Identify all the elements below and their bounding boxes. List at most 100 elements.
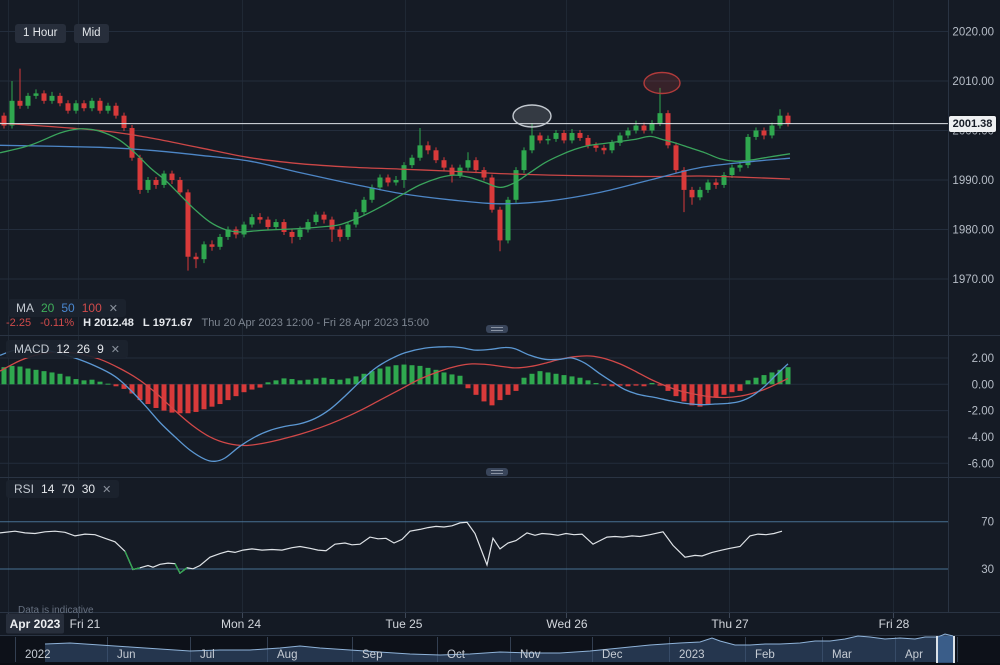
candle-body: [242, 225, 247, 235]
ma-label: MA: [16, 301, 34, 315]
macd-bar: [394, 365, 399, 384]
macd-bar: [210, 384, 215, 406]
candle-body: [482, 170, 487, 177]
candle-body: [586, 138, 591, 145]
candle-body: [170, 174, 175, 180]
candle: [706, 180, 711, 193]
candle: [378, 175, 383, 191]
rsi-param-lower[interactable]: 30: [82, 482, 95, 496]
time-axis-label[interactable]: Wed 26: [546, 617, 587, 631]
macd-bar: [762, 375, 767, 384]
gray-ellipse-annotation[interactable]: [513, 105, 551, 127]
time-axis-label[interactable]: Fri 21: [70, 617, 101, 631]
candle-body: [434, 150, 439, 160]
red-ellipse-annotation[interactable]: [644, 73, 680, 94]
candle: [538, 132, 543, 143]
timeframe-button[interactable]: 1 Hour: [15, 24, 66, 43]
macd-bar: [250, 384, 255, 389]
macd-bar: [58, 374, 63, 385]
candle-body: [282, 222, 287, 232]
candle-body: [770, 126, 775, 136]
navigator-selection-window[interactable]: [937, 636, 954, 663]
candle-body: [10, 101, 15, 126]
candle-body: [346, 225, 351, 237]
time-axis-label[interactable]: Apr 2023: [10, 617, 61, 631]
candle-body: [498, 210, 503, 241]
macd-bar: [738, 384, 743, 391]
candle: [210, 240, 215, 250]
candle: [50, 92, 55, 104]
macd-bar: [10, 366, 15, 384]
candle: [682, 167, 687, 212]
candle: [786, 113, 791, 127]
macd-close-icon[interactable]: ✕: [111, 344, 120, 356]
ma-period-50[interactable]: 50: [61, 301, 74, 315]
macd-bar: [18, 367, 23, 385]
navigator-month-label: Mar: [832, 649, 852, 661]
candle-body: [370, 187, 375, 199]
macd-bar: [298, 380, 303, 384]
candle: [82, 100, 87, 111]
candle-body: [506, 200, 511, 241]
macd-bar: [602, 384, 607, 385]
macd-bar: [722, 384, 727, 395]
candle-body: [362, 200, 367, 212]
macd-param-signal[interactable]: 9: [97, 342, 104, 356]
candle-body: [562, 133, 567, 140]
candle-body: [394, 180, 399, 182]
navigator-month-label: Aug: [277, 649, 297, 661]
rsi-param-upper[interactable]: 70: [61, 482, 74, 496]
rsi-close-icon[interactable]: ✕: [102, 484, 111, 496]
ma-indicator-stats: -2.25-0.11%H 2012.48L 1971.67Thu 20 Apr …: [6, 317, 438, 329]
candle: [274, 219, 279, 230]
candle: [306, 219, 311, 232]
candle: [762, 128, 767, 140]
chart-toolbar: 1 Hour Mid: [15, 23, 113, 43]
candle: [498, 207, 503, 252]
candle-body: [522, 150, 527, 170]
time-axis-label[interactable]: Fri 28: [879, 617, 910, 631]
price-type-button[interactable]: Mid: [74, 24, 109, 43]
candle: [362, 197, 367, 215]
candle-body: [626, 131, 631, 136]
price-axis-label: 1970.00: [952, 274, 994, 286]
vertical-gridlines: [9, 0, 894, 612]
macd-grid: 2.000.00-2.00-4.00-6.00: [0, 353, 994, 470]
ma-period-100[interactable]: 100: [82, 301, 102, 315]
candle: [314, 212, 319, 225]
macd-bar: [306, 380, 311, 385]
ma-period-20[interactable]: 20: [41, 301, 54, 315]
candle: [386, 175, 391, 187]
time-axis-label[interactable]: Thu 27: [711, 617, 749, 631]
ma-close-icon[interactable]: ✕: [109, 303, 118, 315]
panel-resize-handle[interactable]: [486, 468, 508, 476]
candle-body: [554, 133, 559, 139]
ma-indicator-legend: MA 20 50 100 ✕: [8, 299, 126, 317]
candle-body: [18, 101, 23, 106]
time-axis-label[interactable]: Mon 24: [221, 617, 261, 631]
macd-bar: [402, 365, 407, 385]
macd-bar: [282, 378, 287, 384]
rsi-oversold-segment: [125, 551, 133, 569]
macd-param-slow[interactable]: 26: [77, 342, 90, 356]
macd-bar: [578, 378, 583, 385]
time-axis-label[interactable]: Tue 25: [386, 617, 423, 631]
navigator-selection-left-handle[interactable]: [936, 636, 938, 663]
macd-param-fast[interactable]: 12: [56, 342, 69, 356]
panel-resize-handle[interactable]: [486, 325, 508, 333]
candle-body: [682, 170, 687, 190]
candle: [146, 177, 151, 193]
candle: [770, 123, 775, 139]
candle-body: [578, 133, 583, 138]
rsi-param-period[interactable]: 14: [41, 482, 54, 496]
macd-bar: [610, 384, 615, 386]
candle: [154, 177, 159, 189]
navigator-selection-right-handle[interactable]: [953, 636, 955, 663]
macd-bar: [538, 371, 543, 384]
price-axis-label: 1990.00: [952, 175, 994, 187]
candle: [722, 172, 727, 188]
candle-body: [42, 93, 47, 100]
candle-body: [418, 145, 423, 157]
candle: [250, 214, 255, 227]
candle-body: [26, 96, 31, 106]
